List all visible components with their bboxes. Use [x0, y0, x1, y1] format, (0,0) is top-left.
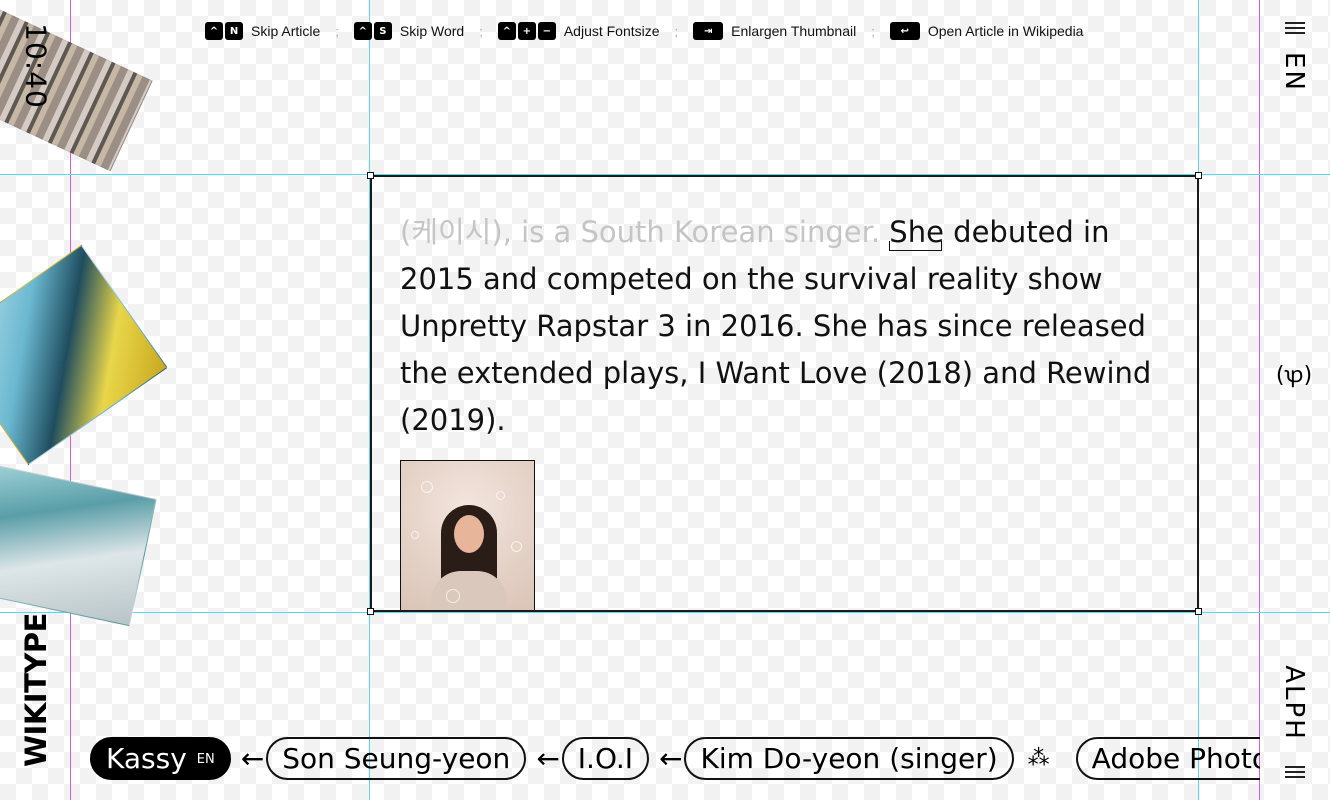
shortcut-skip-word: ^ S Skip Word	[353, 22, 465, 40]
separator: ;	[674, 23, 679, 39]
resize-handle[interactable]	[1195, 608, 1202, 615]
ctrl-key-icon: ^	[497, 22, 516, 40]
brand-logo: WIKITYPE	[19, 613, 53, 767]
minus-key-icon: −	[537, 22, 556, 40]
plus-key-icon: +	[517, 22, 536, 40]
ctrl-key-icon: ^	[353, 22, 372, 40]
shortcut-open-wikipedia: ↩ Open Article in Wikipedia	[889, 22, 1084, 40]
collage-image-portrait	[0, 244, 168, 466]
shortcut-label: Enlargen Thumbnail	[731, 23, 857, 39]
sort-mode-toggle[interactable]: ALPH	[1279, 665, 1309, 741]
ctrl-key-icon: ^	[205, 22, 223, 40]
tab-key-icon: ⇥	[693, 22, 724, 40]
shortcut-label: Open Article in Wikipedia	[927, 23, 1084, 39]
article-thumbnail[interactable]	[400, 460, 535, 610]
s-key-icon: S	[373, 22, 392, 40]
separator: ;	[479, 23, 483, 39]
arrow-left-icon: ←	[536, 741, 560, 775]
cluster-icon: ⁂	[1027, 745, 1050, 771]
separator: ;	[335, 23, 339, 39]
current-article-pill[interactable]: Kassy EN	[90, 736, 231, 780]
current-word: She	[889, 215, 944, 249]
shortcut-skip-article: ^ N Skip Article	[205, 22, 320, 40]
resize-handle[interactable]	[367, 608, 374, 615]
history-article-pill[interactable]: I.O.I	[561, 736, 650, 780]
shortcut-bar: ^ N Skip Article ; ^ S Skip Word ; ^ + −…	[205, 21, 1083, 41]
guide-line-right	[1259, 0, 1260, 800]
article-trail: Kassy EN ← Son Seung-yeon ← I.O.I ← Kim …	[90, 736, 1260, 780]
language-toggle[interactable]: EN	[1279, 52, 1309, 92]
shortcut-label: Adjust Fontsize	[563, 23, 660, 39]
guide-line	[0, 612, 1330, 613]
shortcut-label: Skip Word	[399, 23, 465, 39]
hamburger-menu-icon[interactable]	[1285, 766, 1305, 778]
hamburger-menu-icon[interactable]	[1285, 22, 1305, 34]
current-article-title: Kassy	[106, 741, 187, 775]
collage-image-abstract	[0, 463, 157, 627]
shortcut-adjust-fontsize: ^ + − Adjust Fontsize	[497, 22, 660, 40]
history-article-pill[interactable]: Son Seung-yeon	[266, 736, 527, 780]
n-key-icon: N	[225, 22, 243, 40]
resize-handle[interactable]	[367, 172, 374, 179]
separator: ;	[871, 23, 875, 39]
arrow-left-icon: ←	[659, 741, 683, 775]
article-text: (케이시), is a South Korean singer. She deb…	[400, 209, 1180, 444]
font-glyph-icon[interactable]: (ꝕ)	[1276, 353, 1312, 395]
current-article-lang: EN	[196, 751, 215, 767]
article-panel: (케이시), is a South Korean singer. She deb…	[370, 175, 1199, 612]
enter-key-icon: ↩	[889, 22, 920, 40]
shortcut-enlargen-thumbnail: ⇥ Enlargen Thumbnail	[693, 22, 856, 40]
clock: 10:40	[19, 23, 53, 109]
resize-handle[interactable]	[1195, 172, 1202, 179]
read-text: (케이시), is a South Korean singer.	[400, 215, 881, 249]
next-article-pill[interactable]: Adobe Photoshop	[1075, 736, 1260, 780]
history-article-pill[interactable]: Kim Do-yeon (singer)	[684, 736, 1014, 780]
shortcut-label: Skip Article	[251, 23, 321, 39]
arrow-left-icon: ←	[240, 741, 265, 775]
